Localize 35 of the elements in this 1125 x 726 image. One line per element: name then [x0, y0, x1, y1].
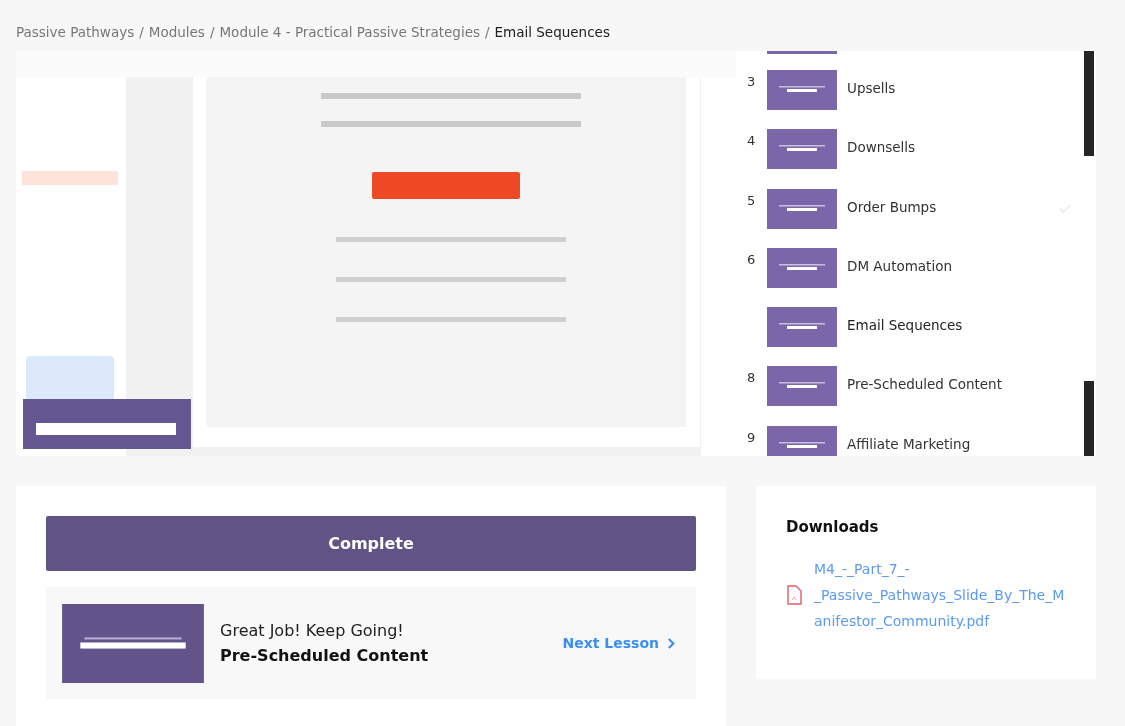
- lesson-title: Upsells: [847, 80, 896, 96]
- chevron-right-icon: [667, 636, 676, 650]
- lesson-number: 3: [747, 74, 756, 89]
- lesson-item[interactable]: 6 DM Automation: [736, 247, 1096, 308]
- lesson-item[interactable]: 4 Downsells: [736, 129, 1096, 189]
- encouragement-text: Great Job! Keep Going!: [220, 621, 405, 640]
- breadcrumb-separator: /: [139, 24, 144, 42]
- lesson-title: Order Bumps: [847, 198, 937, 215]
- lesson-number: 5: [747, 192, 756, 208]
- scrollbar[interactable]: [1084, 381, 1094, 456]
- lesson-title: DM Automation: [847, 257, 952, 274]
- lesson-title: Downsells: [847, 139, 916, 156]
- lesson-title: Email Sequences: [847, 317, 963, 334]
- lesson-number: 8: [747, 370, 756, 386]
- lesson-item[interactable]: 5 Order Bumps: [736, 188, 1096, 248]
- complete-button[interactable]: Complete: [46, 516, 696, 571]
- breadcrumb-link[interactable]: Module 4 - Practical Passive Strategies: [219, 24, 480, 51]
- breadcrumb-separator: /: [209, 24, 215, 42]
- lesson-title: Affiliate Marketing: [847, 435, 971, 452]
- next-lesson-title: Pre-Scheduled Content: [220, 646, 430, 665]
- pdf-file-icon: [786, 585, 802, 605]
- lesson-number: 4: [747, 133, 756, 149]
- lesson-item[interactable]: Email Sequences: [736, 307, 1096, 367]
- lesson-item[interactable]: 8 Pre-Scheduled Content: [736, 366, 1096, 426]
- breadcrumb-link[interactable]: Passive Pathways: [16, 24, 135, 51]
- scrollbar[interactable]: [1084, 51, 1094, 156]
- lesson-number: 6: [747, 251, 756, 267]
- lesson-item[interactable]: 3 Upsells: [736, 70, 1096, 130]
- lesson-title: Pre-Scheduled Content: [847, 376, 1002, 393]
- lesson-number: 9: [747, 429, 756, 445]
- breadcrumb-link[interactable]: Modules: [148, 24, 205, 51]
- downloads-heading: Downloads: [786, 518, 880, 536]
- lesson-item[interactable]: 9 Affiliate Marketing: [736, 425, 1096, 456]
- breadcrumb-current: Email Sequences: [494, 24, 610, 42]
- breadcrumb-separator: /: [485, 24, 490, 42]
